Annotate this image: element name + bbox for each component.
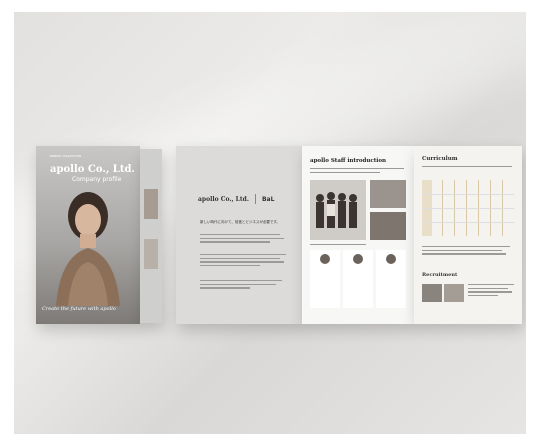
cover-title: apollo Co., Ltd. [50,164,135,175]
group-photo [310,180,366,240]
curriculum-table [422,180,514,236]
staff-intro-text [310,168,406,175]
logo-divider [254,194,256,204]
brand-logos: apollo Co., Ltd. BaL [198,194,274,204]
staff-photo-1 [370,180,406,208]
recruitment-title: Recruitment [422,272,458,278]
cover-subtitle: Company profile [72,176,122,183]
photo-backdrop: RENEW COLLECTION apollo Co., Ltd. Compan… [14,12,526,434]
brand-name: apollo Co., Ltd. [198,195,249,203]
curriculum-title: Curriculum [422,156,458,162]
brand-heading: 新しい時代に向けて、前進とビジネスが必要です。 [200,220,280,224]
cover-kicker: RENEW COLLECTION [50,154,82,158]
curriculum-notes [422,246,514,257]
body-text-block [200,234,286,245]
body-text-block-3 [200,280,286,291]
brochure-inner-flap [140,149,162,323]
curriculum-intro [422,166,514,170]
brochure-staff-panel: apollo Staff introduction [302,146,414,324]
staff-caption [310,244,370,248]
recruit-photo-2 [444,284,464,302]
staff-card [376,250,406,308]
brochure-curriculum-panel: Curriculum Recruitment [414,146,522,324]
cover-tagline: Create the future with apollo [42,306,116,312]
brochure-cover: RENEW COLLECTION apollo Co., Ltd. Compan… [36,146,140,324]
staff-card [310,250,340,308]
recruitment-text [468,284,516,299]
recruit-photo-1 [422,284,442,302]
staff-title: apollo Staff introduction [310,158,387,164]
brochure-brand-panel: apollo Co., Ltd. BaL 新しい時代に向けて、前進とビジネスが必… [176,146,302,324]
staff-card [343,250,373,308]
partner-logo: BaL [261,195,275,203]
model-photo [56,192,120,306]
body-text-block-2 [200,254,286,269]
staff-photo-2 [370,212,406,240]
